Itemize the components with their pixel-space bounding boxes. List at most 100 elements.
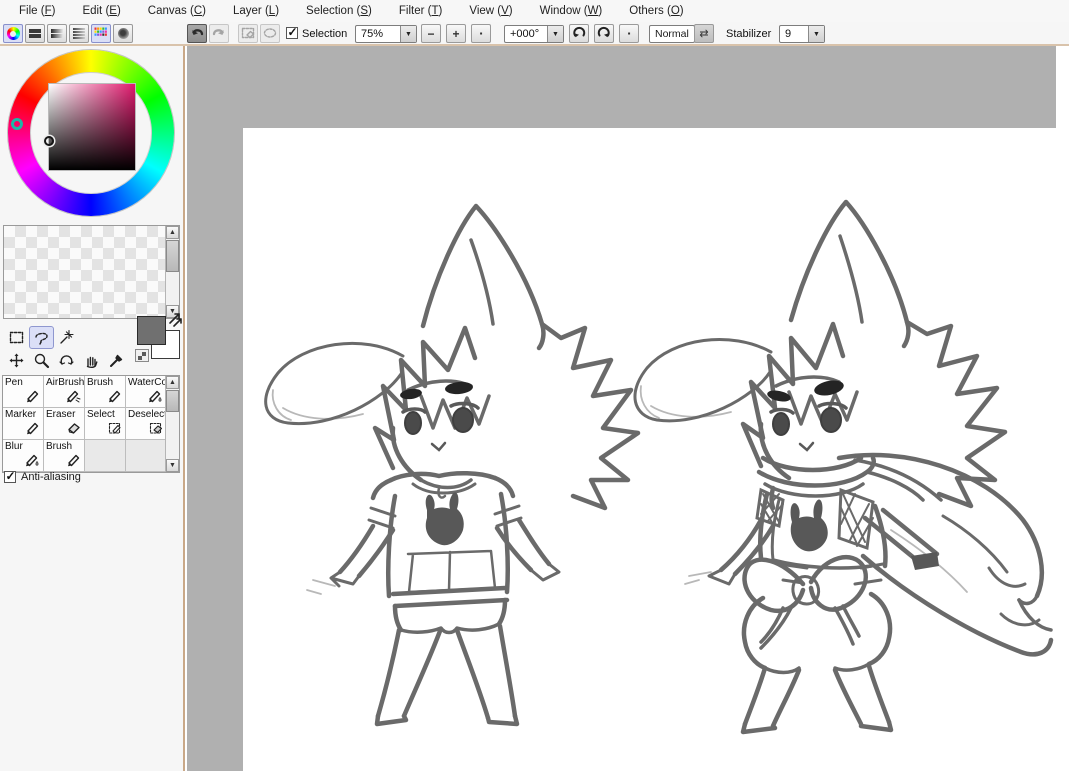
deselect-icon [149, 420, 163, 438]
scroll-up-icon[interactable]: ▲ [166, 376, 179, 389]
transparent-color-button[interactable] [135, 349, 149, 362]
menu-item-selection[interactable]: Selection (S) [297, 2, 381, 20]
antialias-checkbox[interactable] [4, 469, 16, 483]
rotate-ccw-button[interactable] [569, 24, 589, 43]
scratchpad-panel-button[interactable] [113, 24, 133, 43]
rotation-angle-combo[interactable]: +000° ▼ [504, 25, 564, 43]
rotate-ccw-icon [571, 25, 587, 43]
scroll-up-icon[interactable]: ▲ [166, 226, 179, 239]
zoom-in-button[interactable]: + [446, 24, 466, 43]
brush-label: AirBrush [46, 377, 85, 388]
brush-blur[interactable]: Blur [3, 440, 44, 472]
blend-mode-value: Normal [655, 28, 689, 40]
watercolor-icon [25, 452, 40, 470]
selection-checkbox[interactable] [286, 25, 298, 39]
brush-label: Pen [5, 377, 23, 388]
selection-erase-icon [240, 25, 256, 43]
redo-button[interactable] [209, 24, 229, 43]
rgb-sliders-icon [29, 28, 41, 40]
swap-colors-icon[interactable] [168, 312, 183, 327]
brush-eraser[interactable]: Eraser [44, 408, 85, 440]
hue-marker[interactable] [11, 118, 23, 130]
menu-item-filter[interactable]: Filter (T) [390, 2, 451, 20]
rotate-cw-icon [596, 25, 612, 43]
menu-item-view[interactable]: View (V) [460, 2, 521, 20]
tool-zoom[interactable] [29, 349, 54, 372]
deselect-tool-button[interactable] [238, 24, 258, 43]
pen-icon [26, 388, 40, 406]
chevron-down-icon[interactable]: ▼ [808, 26, 824, 42]
brush-marker[interactable]: Marker [3, 408, 44, 440]
stabilizer-label: Stabilizer [726, 28, 772, 40]
brush-label: Deselect [128, 409, 167, 420]
pen-icon [26, 420, 40, 438]
foreground-color-chip[interactable] [137, 316, 166, 345]
stabilizer-combo[interactable]: 9 ▼ [779, 25, 825, 43]
palette-scrollbar[interactable]: ▲ ▼ [165, 376, 179, 472]
saturation-value-marker[interactable] [44, 136, 54, 146]
brush-label: Select [87, 409, 115, 420]
tool-hand[interactable] [79, 349, 104, 372]
rotate-reset-button[interactable]: ▪ [619, 24, 639, 43]
airbrush-icon [66, 388, 81, 406]
flip-horizontal-button[interactable]: ⇄ [694, 24, 714, 43]
canvas-viewport[interactable] [187, 46, 1056, 771]
eyedropper-icon [110, 354, 123, 367]
tools-grid [4, 326, 130, 372]
rotation-angle-value: +000° [510, 28, 540, 40]
watercolor-icon [148, 388, 163, 406]
zoom-level-combo[interactable]: 75% ▼ [355, 25, 417, 43]
scrollbar-thumb[interactable] [166, 240, 179, 272]
tool-magic-wand[interactable] [54, 326, 79, 349]
menu-item-canvas[interactable]: Canvas (C) [139, 2, 215, 20]
scroll-down-icon[interactable]: ▼ [166, 459, 179, 472]
color-mixer-panel-button[interactable] [69, 24, 89, 43]
plus-icon: + [452, 26, 460, 41]
brush-deselect[interactable]: Deselect [126, 408, 167, 440]
chevron-down-icon[interactable]: ▼ [547, 26, 563, 42]
foreground-background-colors [135, 312, 185, 370]
brush-brush[interactable]: Brush [44, 440, 85, 472]
saturation-value-square[interactable] [44, 83, 136, 171]
tool-empty-slot [104, 326, 129, 349]
color-wheel[interactable] [8, 50, 174, 216]
rotate-cw-button[interactable] [594, 24, 614, 43]
menu-item-edit[interactable]: Edit (E) [73, 2, 129, 20]
toolbar: Selection 75% ▼ − + ▪ +000° ▼ ▪ Normal ⇄… [0, 22, 1069, 46]
tool-rect-select[interactable] [4, 326, 29, 349]
brush-brush[interactable]: Brush [85, 376, 126, 408]
scratchpad-icon [117, 28, 129, 39]
selection-transform-button[interactable] [260, 24, 280, 43]
blend-mode-button[interactable]: Normal [649, 25, 695, 43]
zoom-out-button[interactable]: − [421, 24, 441, 43]
chevron-down-icon[interactable]: ▼ [400, 26, 416, 42]
swatches-icon [94, 27, 108, 40]
scrollbar-thumb[interactable] [166, 390, 179, 412]
menu-item-layer[interactable]: Layer (L) [224, 2, 288, 20]
brush-select[interactable]: Select [85, 408, 126, 440]
brush-airbrush[interactable]: AirBrush [44, 376, 85, 408]
menu-item-others[interactable]: Others (O) [620, 2, 692, 20]
rgb-sliders-panel-button[interactable] [25, 24, 45, 43]
tool-rotate[interactable] [54, 349, 79, 372]
tool-move[interactable] [4, 349, 29, 372]
hand-icon [86, 356, 98, 369]
menu-item-window[interactable]: Window (W) [531, 2, 612, 20]
brush-pen[interactable]: Pen [3, 376, 44, 408]
hsv-sliders-panel-button[interactable] [47, 24, 67, 43]
swatches-panel[interactable]: ▲ ▼ [3, 225, 180, 319]
brush-waterco[interactable]: WaterCo [126, 376, 167, 408]
swatches-panel-button[interactable] [91, 24, 111, 43]
undo-button[interactable] [187, 24, 207, 43]
canvas-page[interactable] [243, 128, 1056, 771]
tool-empty-slot [79, 326, 104, 349]
menu-item-file[interactable]: File (F) [10, 2, 64, 20]
tool-eyedropper[interactable] [104, 349, 129, 372]
swatches-scrollbar[interactable]: ▲ ▼ [165, 226, 179, 318]
color-wheel-panel-button[interactable] [3, 24, 23, 43]
zoom-icon [34, 353, 50, 369]
transparency-icon [138, 351, 146, 360]
zoom-reset-button[interactable]: ▪ [471, 24, 491, 43]
tool-lasso[interactable] [29, 326, 54, 349]
undo-icon [189, 25, 205, 43]
